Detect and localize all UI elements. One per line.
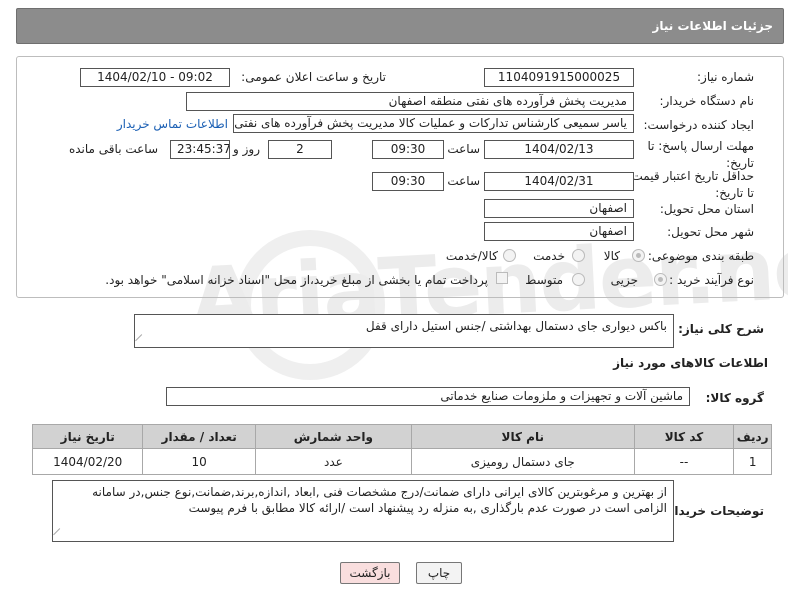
buyer-notes-text: از بهترین و مرغوبترین کالای ایرانی دارای… [92,485,667,515]
province-field: اصفهان [484,199,634,218]
days-field: 2 [268,140,332,159]
price-time-field: 09:30 [372,172,444,191]
remaining-time-field: 23:45:37 [170,140,230,159]
col-date: تاریخ نیاز [31,424,144,449]
category-label: طبقه بندی موضوعی: [647,249,754,263]
radio-medium-label: متوسط [525,273,563,287]
description-label: شرح کلی نیاز: [678,322,764,336]
radio-goods-label: کالا [603,249,620,263]
price-date-field: 1404/02/31 [484,172,634,191]
city-field: اصفهان [484,222,634,241]
price-time-label: ساعت [447,174,480,188]
province-label: استان محل تحویل: [659,202,754,216]
cell-unit: عدد [254,448,412,475]
buyer-org-field: مدیریت پخش فرآورده های نفتی منطقه اصفهان [186,92,634,111]
radio-goods[interactable] [632,249,645,262]
back-button[interactable]: بازگشت [340,562,400,584]
payment-note: پرداخت تمام یا بخشی از مبلغ خرید،از محل … [105,273,488,287]
city-label: شهر محل تحویل: [667,225,754,239]
col-code: کد کالا [633,424,735,449]
need-number-label: شماره نیاز: [697,70,754,84]
description-textarea[interactable]: باکس دیواری جای دستمال بهداشتی /جنس استی… [134,314,674,348]
buyer-notes-label: توضیحات خریدار: [662,504,764,518]
creator-label: ایجاد کننده درخواست: [643,118,754,132]
cell-row: 1 [733,448,772,475]
goods-group-label: گروه کالا: [705,391,764,405]
col-qty: تعداد / مقدار [142,424,256,449]
goods-table: ردیف کد کالا نام کالا واحد شمارش تعداد /… [31,424,772,475]
process-label: نوع فرآیند خرید : [669,273,754,287]
min-price-label: حداقل تاریخ اعتبار قیمت: تا تاریخ: [627,169,754,200]
announce-label: تاریخ و ساعت اعلان عمومی: [241,70,386,84]
radio-partial[interactable] [654,273,667,286]
reply-time-field: 09:30 [372,140,444,159]
creator-field: یاسر سمیعی کارشناس تدارکات و عملیات کالا… [233,114,634,133]
cell-code: -- [633,448,735,475]
radio-goods-service-label: کالا/خدمت [445,249,498,263]
print-button[interactable]: چاپ [416,562,462,584]
reply-date-field: 1404/02/13 [484,140,634,159]
cell-date: 1404/02/20 [31,448,144,475]
remaining-label: ساعت باقی مانده [68,142,158,156]
treasury-checkbox[interactable] [496,272,508,284]
col-unit: واحد شمارش [254,424,412,449]
days-label: روز و [233,142,260,156]
need-number-field: 1104091915000025 [484,68,634,87]
buyer-contact-link[interactable]: اطلاعات تماس خریدار [117,117,228,131]
reply-deadline-label: مهلت ارسال پاسخ: تا تاریخ: [647,139,754,170]
buyer-notes-textarea[interactable]: از بهترین و مرغوبترین کالای ایرانی دارای… [52,480,674,542]
description-text: باکس دیواری جای دستمال بهداشتی /جنس استی… [365,319,667,333]
page-title: جزئیات اطلاعات نیاز [652,19,773,33]
col-row: ردیف [733,424,772,449]
goods-group-field: ماشین آلات و تجهیزات و ملزومات صنایع خدم… [166,387,690,406]
radio-goods-service[interactable] [503,249,516,262]
radio-service-label: خدمت [533,249,565,263]
buyer-org-label: نام دستگاه خریدار: [659,94,755,108]
page-header: جزئیات اطلاعات نیاز [16,8,784,44]
cell-qty: 10 [142,448,256,475]
goods-info-title: اطلاعات کالاهای مورد نیاز [613,356,768,370]
radio-medium[interactable] [572,273,585,286]
col-name: نام کالا [410,424,635,449]
radio-partial-label: جزیی [610,273,638,287]
cell-name: جای دستمال رومیزی [410,448,635,475]
resize-grip-icon [135,334,148,347]
radio-service[interactable] [572,249,585,262]
announce-field: 1404/02/10 - 09:02 [80,68,230,87]
table-row: 1 -- جای دستمال رومیزی عدد 10 1404/02/20 [31,448,772,475]
table-header-row: ردیف کد کالا نام کالا واحد شمارش تعداد /… [31,424,772,449]
resize-grip-icon [53,528,66,541]
reply-time-label: ساعت [447,142,480,156]
